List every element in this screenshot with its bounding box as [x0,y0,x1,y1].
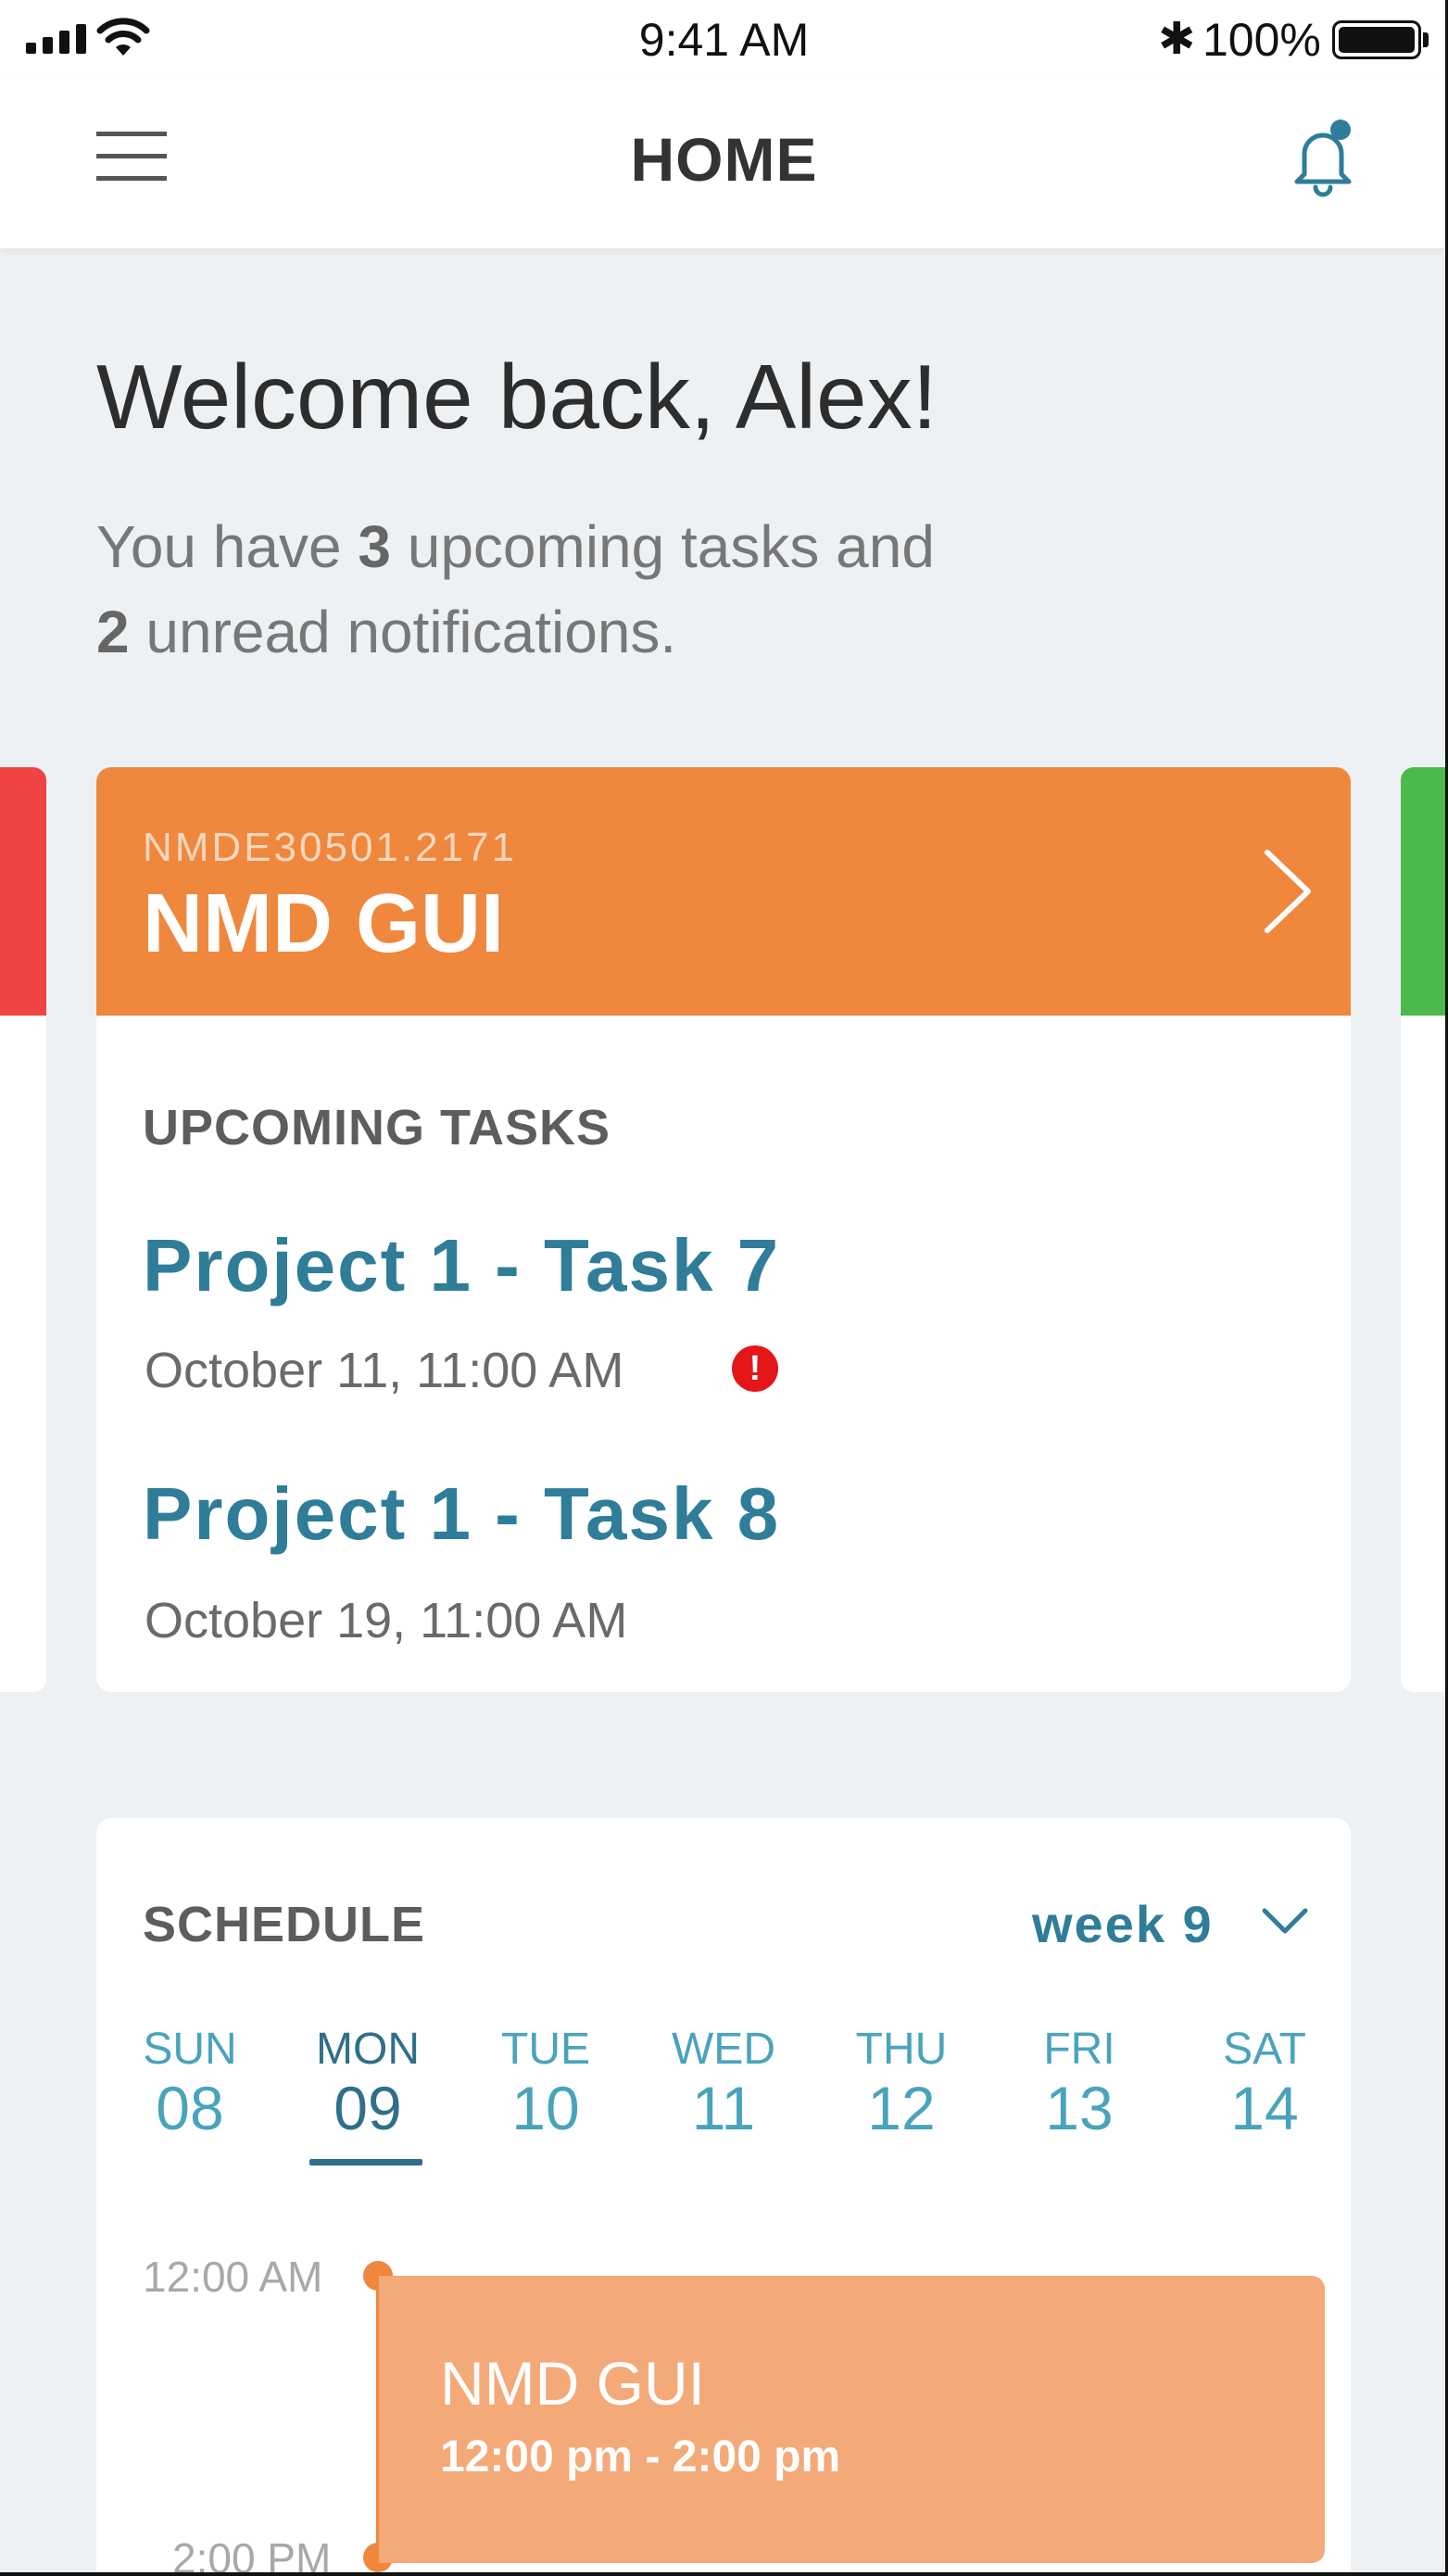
top-navigation-bar: HOME [0,80,1448,248]
upcoming-tasks-label: UPCOMING TASKS [143,1100,611,1155]
next-project-card[interactable] [1401,767,1448,1692]
day-tab-fri[interactable]: FRI 13 [1010,2024,1149,2143]
project-card-header[interactable]: NMDE30501.2171 NMD GUI [96,767,1351,1016]
day-tab-wed[interactable]: WED 11 [654,2024,793,2143]
schedule-event[interactable]: NMD GUI 12:00 pm - 2:00 pm [379,2276,1325,2563]
day-name: WED [672,2025,775,2074]
chevron-right-icon[interactable] [1254,845,1319,938]
day-tab-sun[interactable]: SUN 08 [120,2024,259,2143]
previous-project-card[interactable] [0,767,46,1692]
day-tab-mon[interactable]: MON 09 [298,2024,437,2143]
day-name: SUN [143,2025,237,2074]
day-tab-thu[interactable]: THU 12 [832,2024,971,2143]
event-title: NMD GUI [440,2349,705,2418]
day-name: FRI [1043,2025,1115,2074]
page-title: HOME [630,125,818,194]
battery-percent: 100% [1202,14,1321,66]
status-bar: 9:41 AM ✱ 100% [0,0,1448,80]
task-title[interactable]: Project 1 - Task 7 [143,1223,780,1308]
week-selector[interactable]: week 9 [1032,1894,1214,1954]
battery-tip [1423,32,1429,47]
day-name: MON [316,2025,420,2074]
day-date: 12 [867,2074,936,2142]
project-card: NMDE30501.2171 NMD GUI UPCOMING TASKS Pr… [96,767,1351,1692]
alert-icon: ! [732,1345,778,1392]
day-tab-tue[interactable]: TUE 10 [476,2024,615,2143]
summary-notifications-text: unread notifications. [129,599,677,665]
day-date: 11 [691,2074,756,2142]
day-date: 14 [1230,2074,1299,2142]
task-title[interactable]: Project 1 - Task 8 [143,1471,780,1557]
screen-bottom-edge [0,2572,1448,2576]
day-date: 13 [1045,2074,1114,2142]
day-date: 09 [334,2074,402,2142]
chevron-down-icon[interactable] [1259,1905,1311,1938]
welcome-summary: You have 3 upcoming tasks and 2 unread n… [96,504,1023,675]
schedule-label: SCHEDULE [143,1897,426,1952]
notification-count: 2 [96,599,130,665]
schedule-card: SCHEDULE week 9 SUN 08 MON 09 TUE 10 WED… [96,1818,1351,2576]
day-date: 08 [156,2074,224,2142]
bluetooth-icon: ✱ [1158,15,1196,64]
project-name: NMD GUI [143,878,504,970]
day-name: THU [855,2025,948,2074]
day-date: 10 [511,2074,580,2142]
time-label: 2:00 PM [172,2534,332,2576]
battery-icon [1332,20,1421,59]
selected-day-indicator [309,2159,422,2166]
summary-tasks-text: upcoming tasks and [390,513,935,580]
project-code: NMDE30501.2171 [143,825,518,870]
day-tab-sat[interactable]: SAT 14 [1195,2024,1334,2143]
event-time: 12:00 pm - 2:00 pm [440,2432,841,2481]
time-label: 12:00 AM [143,2253,323,2301]
task-date: October 11, 11:00 AM [145,1343,624,1398]
bell-icon[interactable] [1290,117,1356,198]
day-name: SAT [1223,2025,1306,2074]
summary-prefix: You have [96,513,359,580]
task-count: 3 [358,513,391,580]
day-name: TUE [501,2025,590,2074]
welcome-heading: Welcome back, Alex! [96,346,938,448]
task-date: October 19, 11:00 AM [145,1593,628,1648]
